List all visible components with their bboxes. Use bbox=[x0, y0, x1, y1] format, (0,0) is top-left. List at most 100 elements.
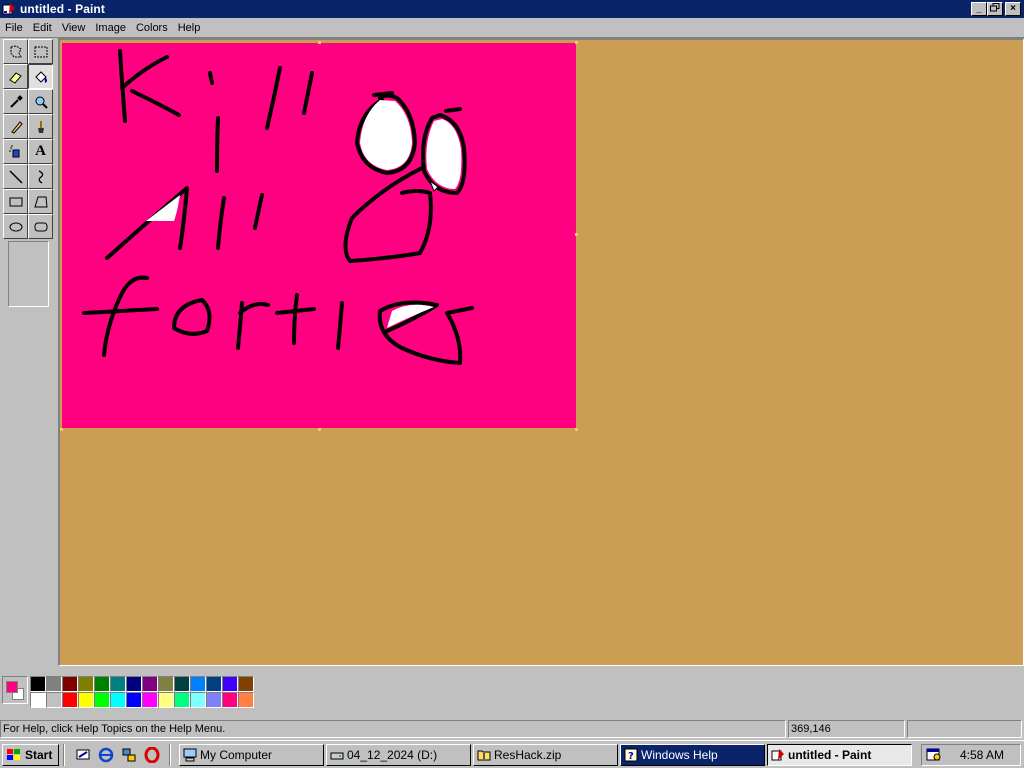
menu-help[interactable]: Help bbox=[173, 18, 206, 38]
free-form-select-icon bbox=[10, 44, 22, 57]
color-swatch[interactable] bbox=[158, 692, 174, 708]
color-swatch[interactable] bbox=[30, 676, 46, 692]
color-swatch[interactable] bbox=[190, 692, 206, 708]
task-label: My Computer bbox=[200, 748, 273, 762]
color-swatch[interactable] bbox=[110, 676, 126, 692]
color-swatch[interactable] bbox=[206, 692, 222, 708]
tool-options-box[interactable] bbox=[8, 241, 49, 307]
scheduler-icon[interactable] bbox=[926, 748, 942, 762]
color-swatch[interactable] bbox=[238, 676, 254, 692]
color-swatch[interactable] bbox=[222, 692, 238, 708]
color-swatch[interactable] bbox=[62, 676, 78, 692]
fill-tool[interactable] bbox=[28, 64, 53, 89]
start-label: Start bbox=[25, 748, 53, 762]
menu-edit[interactable]: Edit bbox=[28, 18, 57, 38]
window-title: untitled - Paint bbox=[20, 2, 105, 16]
polygon-tool[interactable] bbox=[28, 189, 53, 214]
resize-handle-bottom[interactable] bbox=[318, 428, 321, 431]
rectangle-icon bbox=[9, 197, 22, 206]
svg-text:?: ? bbox=[628, 751, 634, 762]
ie-icon[interactable] bbox=[97, 746, 115, 764]
ellipse-tool[interactable] bbox=[3, 214, 28, 239]
color-swatch[interactable] bbox=[110, 692, 126, 708]
paint-icon bbox=[771, 749, 784, 761]
line-tool[interactable] bbox=[3, 164, 28, 189]
curve-icon bbox=[38, 169, 43, 184]
show-desktop-icon[interactable] bbox=[74, 746, 92, 764]
menu-colors[interactable]: Colors bbox=[131, 18, 173, 38]
airbrush-tool[interactable] bbox=[3, 139, 28, 164]
rounded-rect-icon bbox=[34, 222, 47, 231]
magnifier-tool[interactable] bbox=[28, 89, 53, 114]
select-tool[interactable] bbox=[28, 39, 53, 64]
menu-file[interactable]: File bbox=[0, 18, 28, 38]
color-swatch[interactable] bbox=[62, 692, 78, 708]
status-size bbox=[907, 720, 1022, 738]
color-swatch[interactable] bbox=[94, 692, 110, 708]
task-my-computer[interactable]: My Computer bbox=[179, 744, 324, 766]
menu-view[interactable]: View bbox=[57, 18, 91, 38]
start-button[interactable]: Start bbox=[2, 744, 59, 766]
fill-bucket-icon bbox=[34, 70, 47, 83]
color-swatch[interactable] bbox=[78, 676, 94, 692]
color-swatch[interactable] bbox=[158, 676, 174, 692]
status-coordinates: 369,146 bbox=[788, 720, 905, 738]
paint-app-icon[interactable] bbox=[1, 1, 17, 17]
title-bar[interactable]: untitled - Paint _ × bbox=[0, 0, 1024, 18]
color-swatch[interactable] bbox=[206, 676, 222, 692]
drive-icon bbox=[330, 752, 344, 760]
resize-handle-bottom-right[interactable] bbox=[575, 428, 578, 431]
task-label: ResHack.zip bbox=[494, 748, 562, 762]
opera-icon[interactable] bbox=[143, 746, 161, 764]
rectangle-tool[interactable] bbox=[3, 189, 28, 214]
free-select-tool[interactable] bbox=[3, 39, 28, 64]
menu-image[interactable]: Image bbox=[90, 18, 131, 38]
color-swatch[interactable] bbox=[46, 676, 62, 692]
restore-button[interactable] bbox=[987, 2, 1003, 16]
text-tool[interactable]: A bbox=[28, 139, 53, 164]
help-icon: ? bbox=[624, 748, 638, 762]
task-drive-d[interactable]: 04_12_2024 (D:) bbox=[326, 744, 471, 766]
color-swatch[interactable] bbox=[126, 692, 142, 708]
color-swatch[interactable] bbox=[222, 676, 238, 692]
eraser-tool[interactable] bbox=[3, 64, 28, 89]
clock[interactable]: 4:58 AM bbox=[960, 748, 1004, 762]
color-swatch[interactable] bbox=[142, 692, 158, 708]
task-reshack-zip[interactable]: ResHack.zip bbox=[473, 744, 618, 766]
minimize-button[interactable]: _ bbox=[971, 2, 987, 16]
resize-handle-top[interactable] bbox=[318, 41, 321, 44]
rounded-rect-tool[interactable] bbox=[28, 214, 53, 239]
task-paint[interactable]: untitled - Paint bbox=[767, 744, 912, 766]
color-swatch[interactable] bbox=[174, 692, 190, 708]
zip-folder-icon bbox=[477, 750, 491, 761]
color-swatch[interactable] bbox=[126, 676, 142, 692]
color-swatch[interactable] bbox=[94, 676, 110, 692]
curve-tool[interactable] bbox=[28, 164, 53, 189]
drawing-canvas[interactable] bbox=[62, 43, 576, 428]
status-help-text: For Help, click Help Topics on the Help … bbox=[0, 720, 786, 738]
pencil-tool[interactable] bbox=[3, 114, 28, 139]
task-windows-help[interactable]: ? Windows Help bbox=[620, 744, 765, 766]
brush-tool[interactable] bbox=[28, 114, 53, 139]
restore-icon bbox=[990, 3, 1000, 12]
task-label: 04_12_2024 (D:) bbox=[347, 748, 438, 762]
color-swatch[interactable] bbox=[142, 676, 158, 692]
magnifier-icon bbox=[35, 96, 48, 109]
color-swatch[interactable] bbox=[238, 692, 254, 708]
color-swatch[interactable] bbox=[78, 692, 94, 708]
color-swatch[interactable] bbox=[174, 676, 190, 692]
resize-handle-bottom-left[interactable] bbox=[60, 428, 63, 431]
menu-bar: File Edit View Image Colors Help bbox=[0, 18, 1024, 38]
color-swatch[interactable] bbox=[190, 676, 206, 692]
resize-handle-right[interactable] bbox=[575, 233, 578, 236]
pick-color-tool[interactable] bbox=[3, 89, 28, 114]
system-tray: 4:58 AM bbox=[921, 744, 1021, 766]
foreground-color[interactable] bbox=[6, 681, 18, 693]
current-colors[interactable] bbox=[2, 676, 28, 704]
resize-handle-top-right[interactable] bbox=[575, 41, 578, 44]
network-icon[interactable] bbox=[120, 746, 138, 764]
color-swatch[interactable] bbox=[46, 692, 62, 708]
eraser-icon bbox=[8, 71, 22, 84]
close-button[interactable]: × bbox=[1005, 2, 1021, 16]
color-swatch[interactable] bbox=[30, 692, 46, 708]
